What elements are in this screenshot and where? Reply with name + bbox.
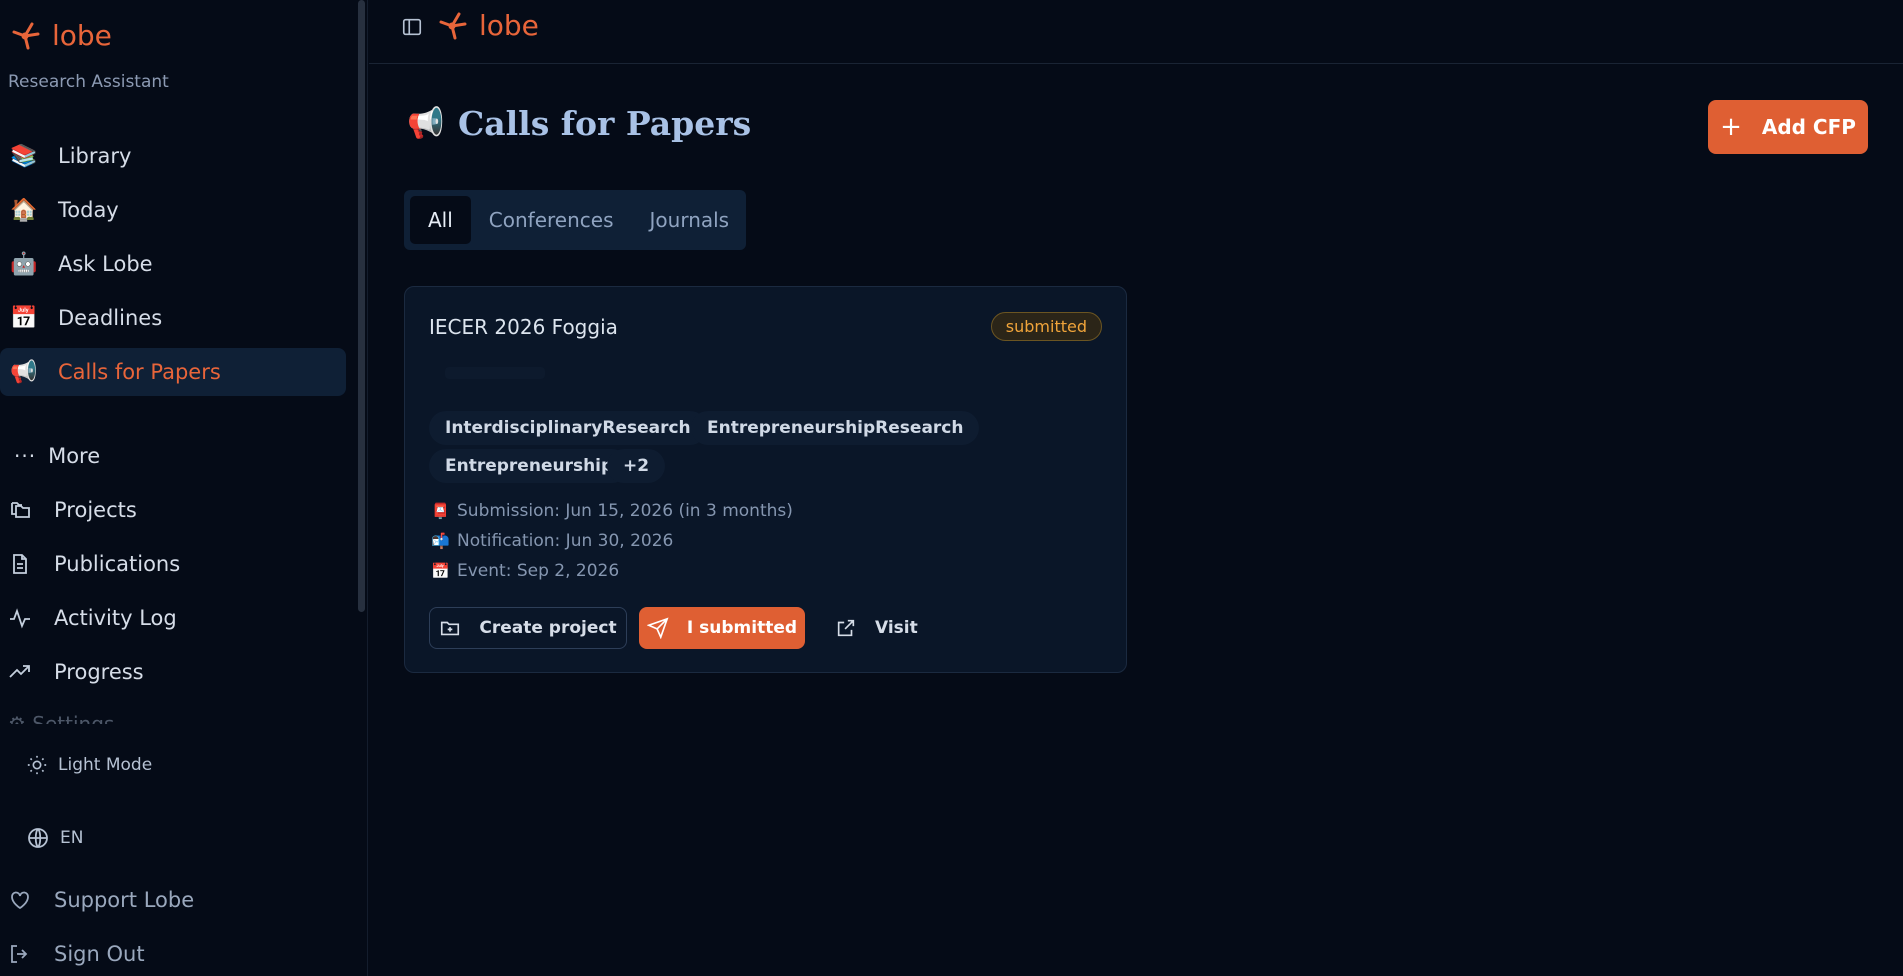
mailbox-icon: 📮 xyxy=(431,502,450,520)
topbar-brand-name: lobe xyxy=(479,8,539,42)
notification-text: Notification: Jun 30, 2026 xyxy=(457,531,674,551)
cfp-title: IECER 2026 Foggia xyxy=(429,315,618,339)
more-label: More xyxy=(48,444,101,468)
add-cfp-button[interactable]: + Add CFP xyxy=(1708,100,1868,154)
light-mode-toggle[interactable]: Light Mode xyxy=(26,754,152,776)
megaphone-icon: 📢 xyxy=(407,106,445,141)
add-cfp-label: Add CFP xyxy=(1761,115,1856,139)
cfp-card[interactable]: IECER 2026 Foggia submitted Interdiscipl… xyxy=(404,286,1127,673)
document-icon xyxy=(13,554,27,574)
notification-date: 📬 Notification: Jun 30, 2026 xyxy=(431,531,673,551)
visit-label: Visit xyxy=(875,618,918,638)
sidebar-item-label: Today xyxy=(58,198,119,222)
sidebar-item-library[interactable]: 📚 Library xyxy=(0,132,346,180)
sidebar-item-cut-off: ⚙ Settings xyxy=(8,712,115,724)
placeholder-line xyxy=(445,367,545,379)
status-badge: submitted xyxy=(990,312,1102,341)
submission-date: 📮 Submission: Jun 15, 2026 (in 3 months) xyxy=(431,501,793,521)
brand-name: lobe xyxy=(52,18,112,52)
ellipsis-icon: ··· xyxy=(14,444,37,468)
sidebar-item-calls-for-papers[interactable]: 📢 Calls for Papers xyxy=(0,348,346,396)
brand[interactable]: lobe xyxy=(8,18,112,52)
sidebar-item-progress[interactable]: Progress xyxy=(8,652,144,692)
tag-chip[interactable]: InterdisciplinaryResearch xyxy=(429,411,707,445)
more-toggle[interactable]: ··· More xyxy=(14,444,100,468)
sidebar-item-label: Ask Lobe xyxy=(58,252,153,276)
sidebar-item-label: Activity Log xyxy=(54,606,177,630)
heart-icon xyxy=(11,891,29,910)
more-tags-chip[interactable]: +2 xyxy=(607,449,666,483)
sun-icon xyxy=(27,755,47,775)
sidebar-item-label: Library xyxy=(58,144,132,168)
sidebar-toggle-button[interactable] xyxy=(401,16,423,42)
i-submitted-button[interactable]: I submitted xyxy=(639,607,805,649)
folder-plus-icon xyxy=(441,621,460,636)
sidebar-item-label: Calls for Papers xyxy=(58,360,221,384)
folders-icon xyxy=(11,502,30,518)
page-title-text: Calls for Papers xyxy=(458,104,752,143)
globe-icon xyxy=(28,828,48,848)
lobe-logo-icon xyxy=(439,12,467,40)
calendar-icon: 📅 xyxy=(431,562,450,580)
lobe-logo-icon xyxy=(12,22,40,50)
page-title: 📢 Calls for Papers xyxy=(407,104,752,143)
submission-text: Submission: Jun 15, 2026 (in 3 months) xyxy=(457,501,793,521)
create-project-button[interactable]: Create project xyxy=(429,607,627,649)
event-text: Event: Sep 2, 2026 xyxy=(457,561,620,581)
house-icon: 🏠 xyxy=(10,197,38,223)
log-out-icon xyxy=(11,945,28,963)
language-selector[interactable]: EN xyxy=(26,826,83,850)
mailbox-flag-icon: 📬 xyxy=(431,532,450,550)
robot-icon: 🤖 xyxy=(10,251,38,277)
create-project-label: Create project xyxy=(479,618,617,638)
light-mode-label: Light Mode xyxy=(58,755,153,775)
brand-subtitle: Research Assistant xyxy=(8,72,169,92)
panel-left-icon xyxy=(402,18,422,36)
support-lobe-link[interactable]: Support Lobe xyxy=(8,888,194,912)
tab-all[interactable]: All xyxy=(410,196,471,244)
support-label: Support Lobe xyxy=(54,888,195,912)
trending-up-icon xyxy=(9,665,30,678)
sidebar-item-label: Progress xyxy=(54,660,144,684)
books-icon: 📚 xyxy=(10,143,38,169)
tab-journals[interactable]: Journals xyxy=(632,196,748,244)
tab-conferences[interactable]: Conferences xyxy=(471,196,632,244)
sidebar: lobe Research Assistant 📚 Library 🏠 Toda… xyxy=(0,0,368,976)
sign-out-button[interactable]: Sign Out xyxy=(8,942,145,966)
topbar: lobe xyxy=(369,0,1903,64)
visit-link[interactable]: Visit xyxy=(835,607,918,649)
topbar-brand[interactable]: lobe xyxy=(435,8,539,42)
event-date: 📅 Event: Sep 2, 2026 xyxy=(431,561,619,581)
sidebar-item-deadlines[interactable]: 📅 Deadlines xyxy=(0,294,346,342)
sidebar-item-label: Publications xyxy=(54,552,181,576)
tag-chip[interactable]: Entrepreneurship xyxy=(429,449,630,483)
sidebar-scrollbar[interactable] xyxy=(358,0,365,612)
sidebar-item-label: Deadlines xyxy=(58,306,163,330)
plus-icon: + xyxy=(1720,112,1742,142)
language-label: EN xyxy=(60,828,84,848)
sidebar-item-today[interactable]: 🏠 Today xyxy=(0,186,346,234)
sidebar-item-label: Projects xyxy=(54,498,137,522)
tag-chip[interactable]: EntrepreneurshipResearch xyxy=(691,411,980,445)
sidebar-item-publications[interactable]: Publications xyxy=(8,544,180,584)
sign-out-label: Sign Out xyxy=(54,942,145,966)
megaphone-icon: 📢 xyxy=(10,359,38,385)
external-link-icon xyxy=(837,619,855,637)
sidebar-item-activity-log[interactable]: Activity Log xyxy=(8,598,177,638)
sidebar-item-ask-lobe[interactable]: 🤖 Ask Lobe xyxy=(0,240,346,288)
sidebar-item-projects[interactable]: Projects xyxy=(8,490,137,530)
filter-tabs: All Conferences Journals xyxy=(404,190,746,250)
activity-icon xyxy=(10,608,30,629)
calendar-icon: 📅 xyxy=(10,305,38,331)
send-icon xyxy=(646,617,669,639)
i-submitted-label: I submitted xyxy=(686,618,798,638)
